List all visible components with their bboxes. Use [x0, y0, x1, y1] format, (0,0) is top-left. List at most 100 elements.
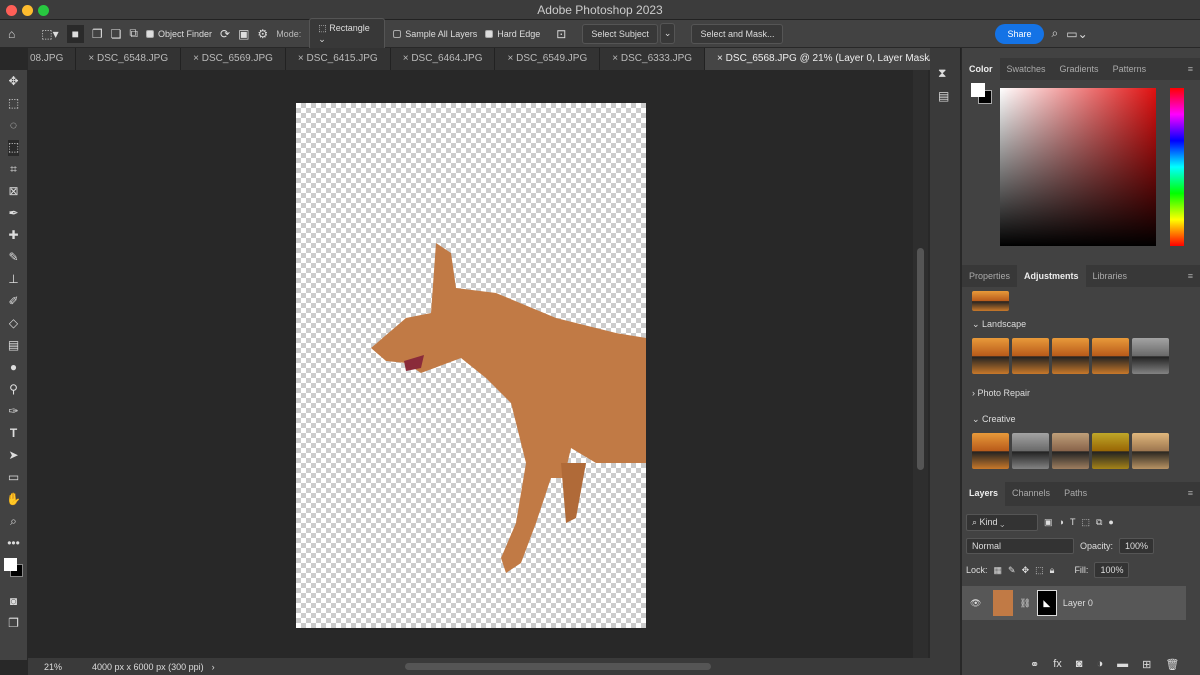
tab-document[interactable]: × DSC_6548.JPG	[76, 48, 182, 70]
lock-position-icon[interactable]: ✥	[1022, 565, 1030, 576]
tab-paths[interactable]: Paths	[1057, 482, 1094, 506]
tab-document[interactable]: × DSC_6415.JPG	[286, 48, 391, 70]
add-selection-icon[interactable]: ❐	[92, 27, 103, 41]
new-layer-icon[interactable]: ⊞	[1142, 658, 1151, 671]
select-subject-button[interactable]: Select Subject	[582, 23, 658, 44]
healing-brush-icon[interactable]: ✚	[8, 228, 18, 244]
document-canvas[interactable]	[296, 103, 646, 628]
tab-channels[interactable]: Channels	[1005, 482, 1057, 506]
gradient-tool-icon[interactable]: ▤	[8, 338, 19, 354]
color-field[interactable]	[1000, 88, 1156, 246]
quick-mask-icon[interactable]: ◙	[10, 594, 17, 610]
new-selection-icon[interactable]: ■	[66, 24, 84, 43]
home-icon[interactable]: ⌂	[8, 27, 15, 41]
subtract-selection-icon[interactable]: ❏	[111, 27, 122, 41]
history-panel-icon[interactable]: ⧗	[938, 66, 960, 81]
pen-tool-icon[interactable]: ✑	[8, 404, 18, 420]
search-icon[interactable]: ⌕	[1052, 26, 1059, 41]
object-selection-tool-icon[interactable]: ⬚	[7, 140, 20, 156]
preset-thumbnail[interactable]	[1132, 338, 1169, 374]
intersect-selection-icon[interactable]: ⧉	[129, 26, 138, 41]
show-objects-icon[interactable]: ▣	[238, 27, 249, 41]
minimize-window-button[interactable]	[22, 5, 33, 16]
lock-all-icon[interactable]: 🔒︎	[1050, 565, 1055, 576]
frame-tool-icon[interactable]: ⊠	[8, 184, 18, 200]
sample-all-layers-checkbox[interactable]: Sample All Layers	[393, 29, 477, 39]
vertical-scrollbar[interactable]	[913, 70, 928, 658]
preset-thumbnail[interactable]	[1092, 433, 1129, 469]
cloud-processing-icon[interactable]: ⊡	[556, 27, 566, 41]
comments-panel-icon[interactable]: ▤	[938, 89, 960, 103]
eyedropper-tool-icon[interactable]: ✒	[8, 206, 18, 222]
workspace-icon[interactable]: ▭⌄	[1066, 27, 1087, 41]
tab-patterns[interactable]: Patterns	[1106, 58, 1154, 80]
mode-dropdown[interactable]: ⬚ Rectangle ⌄	[309, 17, 386, 50]
preset-thumbnail[interactable]	[1012, 433, 1049, 469]
screen-mode-icon[interactable]: ❐	[8, 616, 19, 632]
close-window-button[interactable]	[6, 5, 17, 16]
object-selection-tool-icon[interactable]: ⬚▾	[41, 27, 58, 41]
trash-icon[interactable]: 🗑︎	[1165, 658, 1179, 671]
lock-pixels-icon[interactable]: ✎	[1008, 565, 1016, 576]
history-brush-icon[interactable]: ✐	[8, 294, 18, 310]
brush-tool-icon[interactable]: ✎	[8, 250, 18, 266]
preset-thumbnail[interactable]	[972, 291, 1009, 311]
link-icon[interactable]: ⛓	[1019, 598, 1030, 609]
hard-edge-checkbox[interactable]: Hard Edge	[485, 29, 540, 39]
lock-artboard-icon[interactable]: ⬚	[1035, 565, 1044, 576]
preset-thumbnail[interactable]	[1132, 433, 1169, 469]
section-creative[interactable]: ⌄ Creative	[962, 406, 1200, 433]
visibility-eye-icon[interactable]: 👁︎	[970, 598, 981, 609]
tab-document[interactable]: × DSC_6569.JPG	[181, 48, 286, 70]
layer-filter-dropdown[interactable]: ⌕ Kind ⌄	[966, 513, 1038, 531]
zoom-level[interactable]: 21%	[44, 662, 62, 672]
panel-menu-icon[interactable]: ≡	[1181, 58, 1200, 80]
preset-thumbnail[interactable]	[1012, 338, 1049, 374]
preset-thumbnail[interactable]	[972, 433, 1009, 469]
stamp-tool-icon[interactable]: ⊥	[8, 272, 18, 288]
zoom-tool-icon[interactable]: ⌕	[10, 514, 17, 530]
crop-tool-icon[interactable]: ⌗	[10, 162, 17, 178]
section-photo-repair[interactable]: › Photo Repair	[962, 380, 1200, 406]
gear-icon[interactable]: ⚙	[257, 27, 268, 41]
lock-transparent-icon[interactable]: ▦	[994, 565, 1003, 576]
panel-menu-icon[interactable]: ≡	[1181, 482, 1200, 506]
fx-icon[interactable]: fx	[1053, 658, 1062, 671]
status-expand-icon[interactable]: ›	[212, 662, 215, 672]
filter-adjustment-icon[interactable]: ◑	[1059, 517, 1064, 527]
layer-thumbnail[interactable]	[993, 590, 1014, 616]
layer-name[interactable]: Layer 0	[1063, 598, 1093, 608]
tab-document[interactable]: × DSC_6549.JPG	[495, 48, 601, 70]
filter-shape-icon[interactable]: ⬚	[1081, 517, 1090, 528]
tab-document[interactable]: × DSC_6464.JPG	[391, 48, 496, 70]
horizontal-scrollbar[interactable]	[404, 663, 711, 670]
tab-properties[interactable]: Properties	[962, 265, 1017, 287]
tab-layers[interactable]: Layers	[962, 482, 1006, 506]
lasso-tool-icon[interactable]: ◌	[10, 118, 17, 134]
hue-slider[interactable]	[1170, 88, 1184, 246]
fill-input[interactable]: 100%	[1094, 562, 1130, 578]
layer-row[interactable]: 👁︎ ⛓ ◣ Layer 0	[962, 586, 1186, 620]
tab-libraries[interactable]: Libraries	[1086, 265, 1135, 287]
panel-menu-icon[interactable]: ≡	[1181, 265, 1200, 287]
filter-toggle[interactable]: ●	[1108, 517, 1113, 527]
tab-gradients[interactable]: Gradients	[1053, 58, 1106, 80]
adjustment-layer-icon[interactable]: ◑	[1096, 658, 1103, 671]
preset-thumbnail[interactable]	[972, 338, 1009, 374]
maximize-window-button[interactable]	[38, 5, 49, 16]
rectangle-tool-icon[interactable]: ▭	[8, 470, 19, 486]
filter-type-icon[interactable]: T	[1070, 517, 1076, 527]
tab-document[interactable]: × DSC_6333.JPG	[600, 48, 706, 70]
filter-smart-object-icon[interactable]: ⧉	[1096, 517, 1102, 528]
foreground-background-color[interactable]	[3, 558, 24, 580]
type-tool-icon[interactable]: T	[10, 426, 17, 442]
select-subject-dropdown[interactable]: ⌄	[659, 23, 676, 44]
tab-adjustments[interactable]: Adjustments	[1017, 265, 1086, 287]
group-folder-icon[interactable]: ▬	[1117, 658, 1128, 671]
hand-tool-icon[interactable]: ✋	[6, 492, 21, 508]
eraser-tool-icon[interactable]: ◇	[9, 316, 18, 332]
preset-thumbnail[interactable]	[1052, 338, 1089, 374]
section-landscape[interactable]: ⌄ Landscape	[962, 311, 1200, 338]
preset-thumbnail[interactable]	[1092, 338, 1129, 374]
refresh-icon[interactable]: ⟳	[220, 27, 230, 41]
